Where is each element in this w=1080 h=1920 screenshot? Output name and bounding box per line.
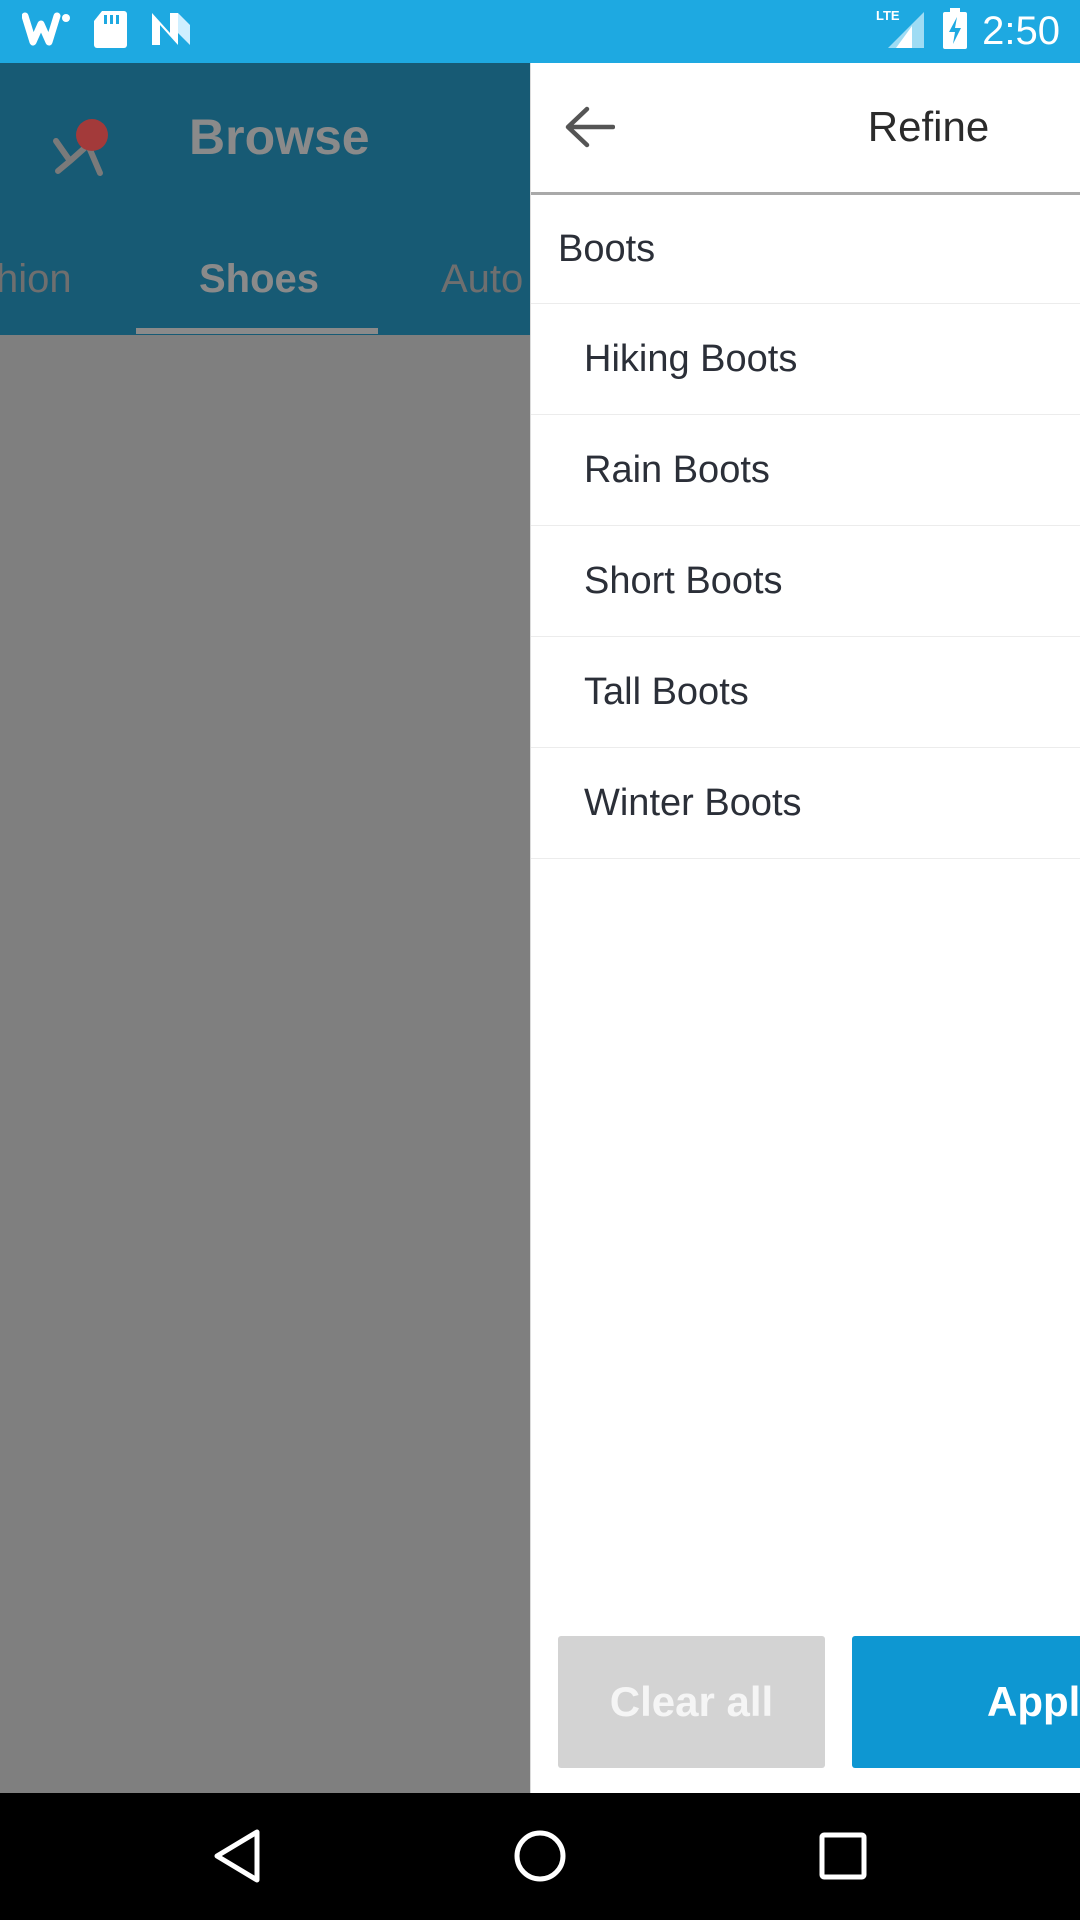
wish-app-icon [21, 12, 72, 51]
tab-shoes[interactable]: Shoes [199, 257, 319, 302]
lte-signal-icon: LTE [876, 8, 928, 55]
drawer-footer: Clear all Appl [531, 1636, 1080, 1771]
navigation-bar [0, 1793, 1080, 1920]
square-recents-icon [818, 1831, 868, 1886]
list-item-tall-boots[interactable]: Tall Boots [531, 637, 1080, 748]
list-item-short-boots[interactable]: Short Boots [531, 526, 1080, 637]
n-notification-icon [148, 11, 192, 52]
refine-drawer: Refine Boots Hiking Boots Rain Boots Sho… [530, 63, 1080, 1793]
arrow-left-icon [563, 105, 616, 154]
drawer-title: Refine [867, 103, 990, 150]
nav-recents-button[interactable] [808, 1823, 878, 1893]
app-toolbar: Browse hion Shoes Auto [0, 63, 530, 335]
dimmed-overlay[interactable] [0, 335, 530, 1793]
active-tab-indicator [136, 328, 378, 334]
status-bar: LTE 2:50 [0, 0, 1080, 63]
svg-text:LTE: LTE [876, 8, 900, 23]
category-list: Boots Hiking Boots Rain Boots Short Boot… [531, 195, 1080, 859]
apply-button[interactable]: Appl [852, 1636, 1080, 1768]
sd-card-icon [92, 9, 128, 54]
list-item-hiking-boots[interactable]: Hiking Boots [531, 304, 1080, 415]
background-app: Browse hion Shoes Auto [0, 63, 530, 1793]
clock-time: 2:50 [982, 8, 1060, 53]
back-button[interactable] [559, 99, 619, 159]
clear-all-button[interactable]: Clear all [558, 1636, 825, 1768]
list-item-rain-boots[interactable]: Rain Boots [531, 415, 1080, 526]
triangle-back-icon [211, 1828, 263, 1889]
wish-logo-icon [48, 101, 118, 181]
circle-home-icon [512, 1828, 568, 1889]
battery-charging-icon [942, 7, 968, 55]
drawer-header: Refine [531, 63, 1080, 195]
page-title: Browse [189, 109, 370, 165]
list-item-winter-boots[interactable]: Winter Boots [531, 748, 1080, 859]
tab-auto[interactable]: Auto [441, 257, 523, 302]
category-tabs: hion Shoes Auto [0, 243, 530, 335]
tab-fashion[interactable]: hion [0, 257, 72, 302]
nav-back-button[interactable] [202, 1823, 272, 1893]
nav-home-button[interactable] [505, 1823, 575, 1893]
list-item-boots[interactable]: Boots [531, 195, 1080, 304]
